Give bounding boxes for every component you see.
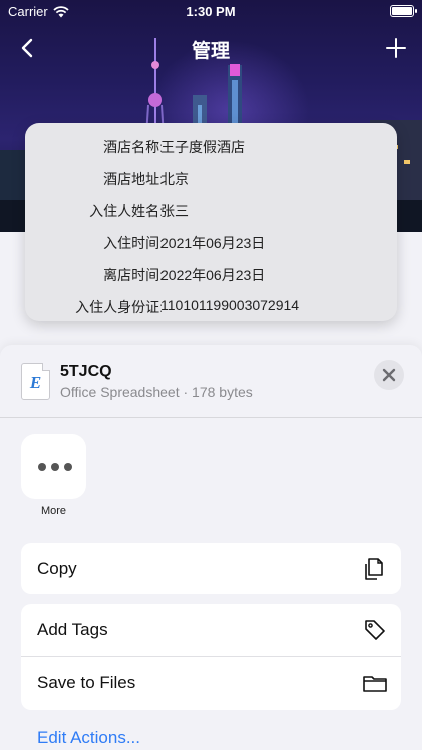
add-tags-button[interactable]: Add Tags xyxy=(21,604,401,656)
info-label: 入住人身份证: xyxy=(75,299,163,315)
status-bar: Carrier 1:30 PM xyxy=(0,0,422,22)
info-label: 入住时间: xyxy=(103,235,163,251)
close-icon[interactable] xyxy=(374,360,404,390)
info-row-guest-name: 入住人姓名: 张三 xyxy=(25,193,397,225)
info-label: 酒店名称: xyxy=(103,139,163,155)
file-fold xyxy=(42,363,50,371)
folder-icon xyxy=(363,676,387,692)
info-value: 张三 xyxy=(161,203,189,219)
add-plus-icon[interactable] xyxy=(382,34,410,62)
info-value: 2022年06月23日 xyxy=(161,267,266,283)
info-value: 110101199003072914 xyxy=(161,297,300,313)
page-title: 管理 xyxy=(191,41,230,62)
info-label: 酒店地址: xyxy=(103,171,163,187)
info-row-check-out: 离店时间: 2022年06月23日 xyxy=(25,257,397,289)
info-label: 离店时间: xyxy=(103,267,163,283)
share-sheet-header: E 5TJCQ Office Spreadsheet · 178 bytes xyxy=(0,345,422,418)
copy-icon xyxy=(365,558,383,580)
info-row-hotel-name: 酒店名称: 王子度假酒店 xyxy=(25,129,397,161)
file-meta: Office Spreadsheet · 178 bytes xyxy=(60,384,253,400)
info-value: 2021年06月23日 xyxy=(161,235,266,251)
info-row-hotel-address: 酒店地址: 北京 xyxy=(25,161,397,193)
more-actions-button[interactable] xyxy=(21,434,86,499)
edit-actions-link[interactable]: Edit Actions... xyxy=(37,728,140,748)
info-row-check-in: 入住时间: 2021年06月23日 xyxy=(25,225,397,257)
battery-icon xyxy=(390,5,417,17)
status-time: 1:30 PM xyxy=(186,4,236,19)
file-actions-group: Add Tags Save to Files xyxy=(21,604,401,710)
tag-icon xyxy=(365,620,385,640)
copy-label: Copy xyxy=(37,559,77,578)
info-label: 入住人姓名: xyxy=(89,203,163,219)
more-label: More xyxy=(40,505,67,517)
file-name: 5TJCQ xyxy=(60,363,112,380)
navigation-bar: 管理 xyxy=(0,30,422,66)
more-icon xyxy=(38,463,72,471)
add-tags-label: Add Tags xyxy=(37,620,108,639)
file-icon-letter: E xyxy=(29,373,42,392)
copy-button[interactable]: Copy xyxy=(21,543,401,595)
save-to-files-label: Save to Files xyxy=(37,673,136,692)
save-to-files-button[interactable]: Save to Files xyxy=(21,656,401,708)
share-sheet: E 5TJCQ Office Spreadsheet · 178 bytes M… xyxy=(0,345,422,750)
info-value: 北京 xyxy=(161,171,189,187)
spreadsheet-file-icon: E xyxy=(21,363,50,400)
copy-group: Copy xyxy=(21,543,401,594)
info-value: 王子度假酒店 xyxy=(161,139,245,155)
info-row-guest-id: 入住人身份证: 110101199003072914 xyxy=(25,289,397,321)
hotel-info-card: 酒店名称: 王子度假酒店 酒店地址: 北京 入住人姓名: 张三 入住时间: 20… xyxy=(25,123,397,321)
